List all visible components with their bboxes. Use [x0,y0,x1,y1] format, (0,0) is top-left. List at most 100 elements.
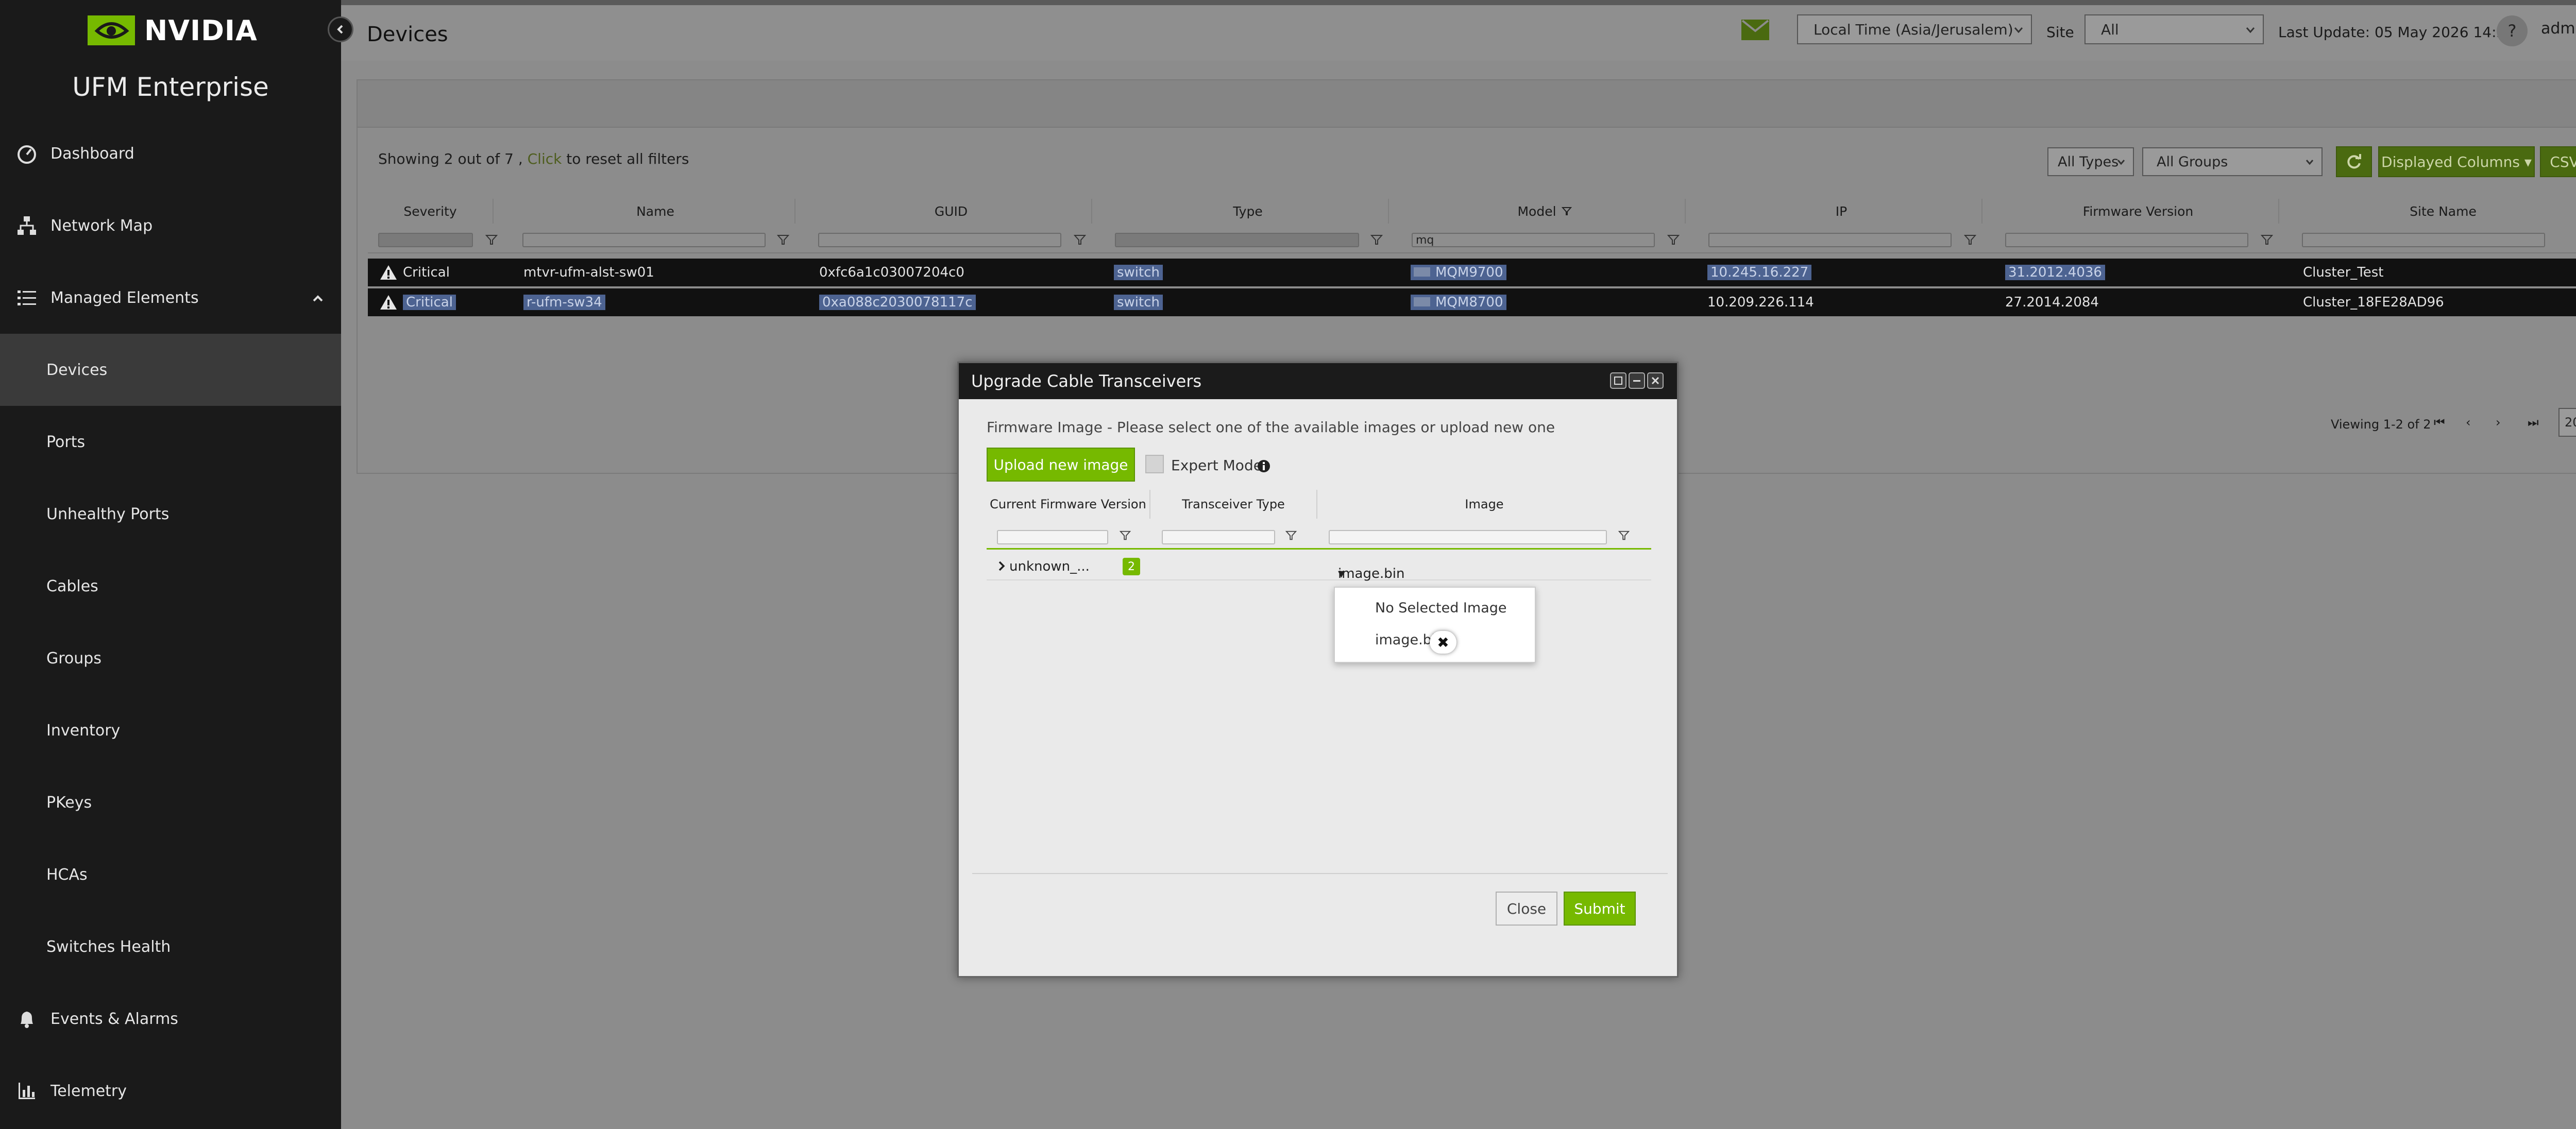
col-current-firmware-version[interactable]: Current Firmware Version [987,490,1150,519]
table-row[interactable]: Critical r-ufm-sw34 0xa088c2030078117c s… [368,288,2576,316]
showing-summary: Showing 2 out of 7 , Click to reset all … [378,150,689,167]
model-filter[interactable]: mq [1412,233,1655,247]
filter-icon[interactable] [777,234,789,246]
model-text: MQM8700 [1435,295,1503,310]
col-ip[interactable]: IP [1701,199,1982,224]
displayed-columns-button[interactable]: Displayed Columns ▾ [2378,146,2535,177]
sidebar-item-groups[interactable]: Groups [0,622,341,694]
sidebar-item-switches-health[interactable]: Switches Health [0,911,341,983]
page-size-value: 20 [2565,415,2576,430]
top-bar: Devices Local Time (Asia/Jerusalem) Site… [341,0,2576,61]
info-icon[interactable] [1257,459,1271,473]
table-row[interactable]: Critical mtvr-ufm-alst-sw01 0xfc6a1c0300… [368,259,2576,286]
col-image[interactable]: Image [1317,490,1651,519]
image-filter[interactable] [1329,530,1607,544]
collapse-sidebar-button[interactable] [328,16,353,42]
sidebar-item-network-map[interactable]: Network Map [0,190,341,262]
sidebar-item-label: Ports [46,433,86,451]
type-filter[interactable] [1115,233,1359,247]
sidebar-item-inventory[interactable]: Inventory [0,694,341,766]
dialog-header: Upgrade Cable Transceivers [959,363,1677,399]
firmware-version-cell: unknown_... [1009,559,1090,574]
mail-icon[interactable] [1741,20,1769,42]
col-transceiver-type[interactable]: Transceiver Type [1150,490,1317,519]
clear-selection-icon[interactable]: ✖ [1430,631,1456,654]
sidebar-item-ports[interactable]: Ports [0,406,341,478]
col-firmware-version[interactable]: Firmware Version [1998,199,2279,224]
site-select[interactable]: All [2084,14,2264,44]
types-select[interactable]: All Types [2047,147,2134,176]
table-row[interactable]: unknown_... 2 image.bin ▾ [987,552,1651,581]
sidebar-item-dashboard[interactable]: Dashboard [0,117,341,190]
sidebar-item-events-alarms[interactable]: Events & Alarms [0,983,341,1055]
minimize-button[interactable] [1629,372,1645,389]
submit-button[interactable]: Submit [1564,892,1636,926]
sidebar-item-devices[interactable]: Devices [0,334,341,406]
site-value: All [2101,21,2119,38]
site-cell: Cluster_Test [2303,265,2384,280]
first-page-icon[interactable]: ⏮ [2434,415,2445,430]
firmware-version-filter[interactable] [997,530,1108,544]
site-name-filter[interactable] [2302,233,2545,247]
firmware-filter[interactable] [2005,233,2248,247]
refresh-button[interactable] [2336,146,2372,177]
upload-new-image-button[interactable]: Upload new image [987,448,1135,482]
filter-icon[interactable] [1618,530,1630,541]
col-guid[interactable]: GUID [811,199,1092,224]
sidebar-item-label: Inventory [46,721,121,740]
guid-cell: 0xa088c2030078117c [819,295,976,310]
types-value: All Types [2058,153,2119,170]
filter-icon[interactable] [1120,530,1131,541]
image-value: image.bin [1338,566,1405,581]
col-site-name[interactable]: Site Name [2295,199,2576,224]
filter-icon[interactable] [2261,234,2273,246]
sidebar-item-pkeys[interactable]: PKeys [0,766,341,839]
col-name[interactable]: Name [516,199,795,224]
ip-cell: 10.209.226.114 [1707,295,1814,310]
maximize-icon [1614,377,1622,385]
severity-filter[interactable] [378,233,473,247]
count-badge: 2 [1123,558,1140,575]
sidebar-item-hcas[interactable]: HCAs [0,839,341,911]
name-filter[interactable] [522,233,766,247]
groups-select[interactable]: All Groups [2142,147,2323,176]
timezone-value: Local Time (Asia/Jerusalem) [1814,21,2013,38]
csv-button[interactable]: CSV ▾ [2540,146,2576,177]
expert-mode-checkbox[interactable] [1145,455,1164,473]
filter-icon[interactable] [1285,530,1297,541]
filter-icon[interactable] [1964,234,1976,246]
ip-filter[interactable] [1708,233,1952,247]
prev-page-icon[interactable]: ‹ [2466,415,2471,430]
sidebar-item-managed-elements[interactable]: Managed Elements [0,262,341,334]
chevron-right-icon[interactable] [997,560,1006,572]
reset-filters-link[interactable]: Click [528,150,562,167]
sidebar-item-unhealthy-ports[interactable]: Unhealthy Ports [0,478,341,550]
guid-filter[interactable] [818,233,1061,247]
chart-icon [15,1080,38,1102]
next-page-icon[interactable]: › [2496,415,2501,430]
col-type[interactable]: Type [1108,199,1389,224]
ip-cell: 10.245.16.227 [1707,265,1812,280]
maximize-button[interactable] [1610,372,1626,389]
close-dialog-button[interactable] [1647,372,1664,389]
filter-icon[interactable] [1074,234,1086,246]
nvidia-logo[interactable]: NVIDIA [88,12,258,48]
close-button[interactable]: Close [1496,892,1557,926]
transceiver-type-filter[interactable] [1162,530,1275,544]
sidebar-item-telemetry[interactable]: Telemetry [0,1055,341,1127]
filter-icon[interactable] [1370,234,1383,246]
page-size-select[interactable]: 20 [2558,408,2576,437]
help-button[interactable]: ? [2497,15,2528,46]
model-cell: MQM9700 [1411,265,1506,280]
sidebar-item-cables[interactable]: Cables [0,550,341,622]
timezone-select[interactable]: Local Time (Asia/Jerusalem) [1797,14,2032,44]
user-menu[interactable]: admin [2541,20,2576,38]
option-no-selected-image[interactable]: No Selected Image [1375,600,1507,616]
col-model[interactable]: Model [1404,199,1686,224]
last-page-icon[interactable]: ⏭ [2528,415,2539,430]
filter-icon[interactable] [1667,234,1680,246]
col-severity[interactable]: Severity [368,199,494,224]
minimize-icon [1633,380,1640,382]
filter-icon[interactable] [485,234,498,246]
showing-text-suffix: to reset all filters [562,150,689,167]
